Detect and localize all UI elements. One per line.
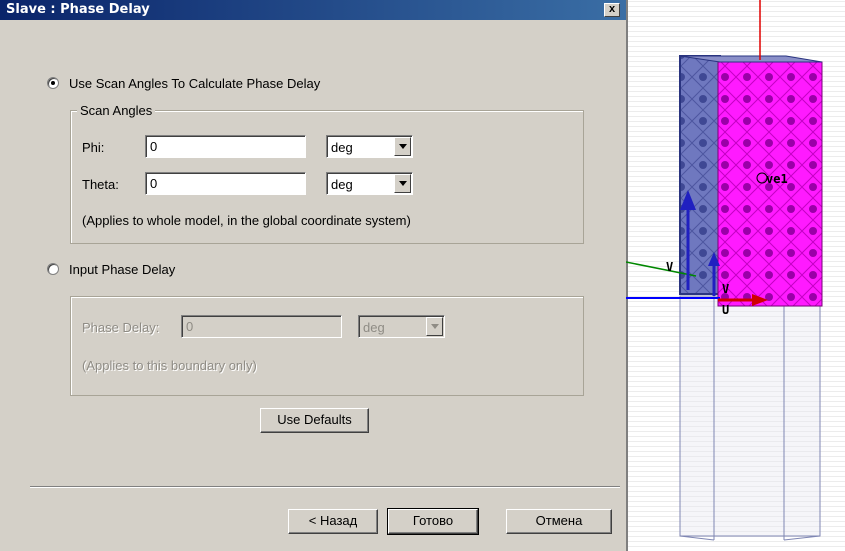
model-canvas (626, 0, 823, 541)
scan-angles-legend: Scan Angles (77, 103, 156, 118)
input-phase-delay-radio[interactable] (47, 263, 59, 275)
title-bar[interactable]: Slave : Phase Delay x (0, 0, 626, 20)
theta-unit-value: deg (331, 177, 353, 192)
phi-unit-select[interactable]: deg (326, 135, 413, 158)
phi-label: Phi: (82, 140, 105, 155)
cancel-button[interactable]: Отмена (506, 509, 612, 534)
separator-line (30, 486, 620, 488)
axis-label-u: U (722, 303, 730, 317)
theta-unit-select[interactable]: deg (326, 172, 413, 195)
phi-unit-value: deg (331, 140, 353, 155)
axis-label-v1: V (666, 260, 674, 274)
phase-delay-label: Phase Delay: (82, 320, 160, 335)
input-phase-delay-radio-label[interactable]: Input Phase Delay (69, 262, 175, 277)
scan-angles-radio-label[interactable]: Use Scan Angles To Calculate Phase Delay (69, 76, 320, 91)
close-button[interactable]: x (604, 3, 620, 17)
phase-delay-input[interactable]: 0 (181, 315, 342, 338)
theta-label: Theta: (82, 177, 119, 192)
finish-button[interactable]: Готово (387, 508, 479, 535)
phi-input[interactable]: 0 (145, 135, 306, 158)
scan-angles-radio[interactable] (47, 77, 59, 89)
chevron-down-icon[interactable] (394, 137, 411, 156)
input-phase-group (70, 296, 584, 396)
object-label: ve1 (766, 172, 788, 186)
axis-label-v2: V (722, 282, 730, 296)
model-viewport[interactable]: ve1 V V U (626, 0, 845, 551)
lower-box-wireframe (679, 295, 821, 541)
phase-delay-unit-select[interactable]: deg (358, 315, 445, 338)
phase-delay-unit-value: deg (363, 320, 385, 335)
back-button[interactable]: < Назад (288, 509, 378, 534)
input-phase-note: (Applies to this boundary only) (82, 358, 257, 373)
use-defaults-button[interactable]: Use Defaults (260, 408, 369, 433)
dialog-title: Slave : Phase Delay (6, 2, 150, 17)
theta-input[interactable]: 0 (145, 172, 306, 195)
chevron-down-icon[interactable] (394, 174, 411, 193)
chevron-down-icon[interactable] (426, 317, 443, 336)
close-icon: x (608, 3, 616, 15)
phase-delay-dialog: Slave : Phase Delay x Use Scan Angles To… (0, 0, 626, 551)
scan-angles-note: (Applies to whole model, in the global c… (82, 213, 411, 228)
